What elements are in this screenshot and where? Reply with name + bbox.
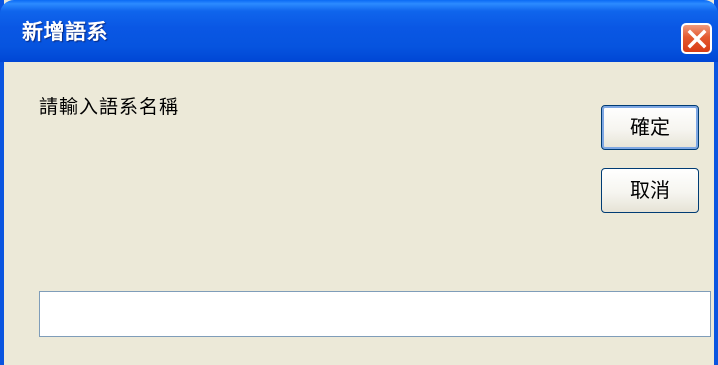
cancel-button[interactable]: 取消 <box>601 168 699 213</box>
language-name-input[interactable] <box>39 291 711 337</box>
dialog-window: 新增語系 請輸入語系名稱 確定 取消 <box>0 0 718 365</box>
window-title: 新增語系 <box>22 20 108 44</box>
title-bar[interactable]: 新增語系 <box>0 0 718 62</box>
ok-button[interactable]: 確定 <box>601 105 699 150</box>
prompt-label: 請輸入語系名稱 <box>39 96 180 118</box>
close-button[interactable] <box>681 23 712 54</box>
